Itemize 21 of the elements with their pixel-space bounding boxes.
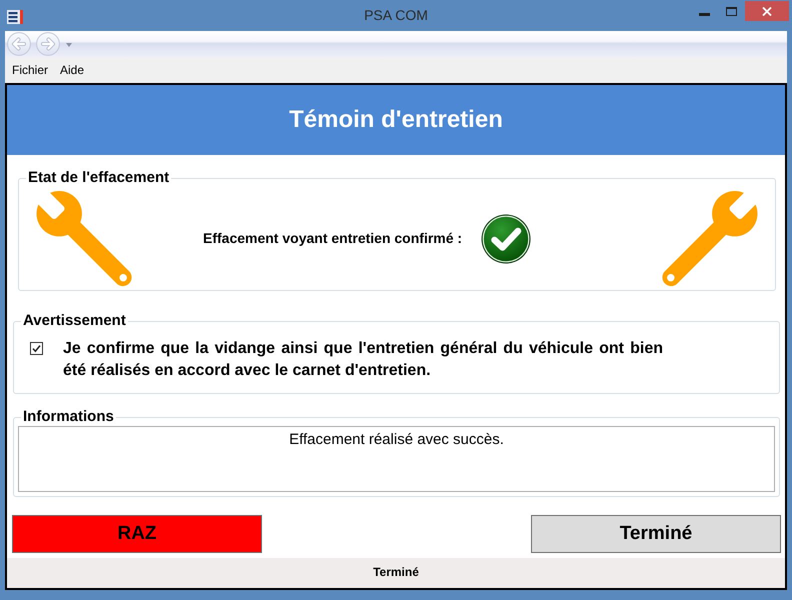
- checkbox[interactable]: [30, 342, 43, 355]
- group-legend: Avertissement: [21, 312, 128, 330]
- close-icon: [762, 6, 772, 16]
- close-button[interactable]: [745, 1, 789, 21]
- wrench-icon: [661, 190, 759, 287]
- wrench-icon: [35, 190, 133, 287]
- status-text: Terminé: [373, 564, 419, 581]
- group-legend: Informations: [21, 408, 116, 426]
- confirmation-message: Effacement voyant entretien confirmé :: [203, 229, 462, 248]
- group-legend: Etat de l'effacement: [26, 169, 172, 187]
- caret-icon[interactable]: [66, 43, 72, 47]
- checkbox-label: Je confirme que la vidange ainsi que l'entretien général du véhicule ont bien été réalisés en accord avec le carnet d'entretien.: [63, 339, 663, 381]
- menu-item[interactable]: Aide: [54, 62, 90, 78]
- info-text-field[interactable]: Effacement réalisé avec succès.: [18, 426, 775, 492]
- finish-button[interactable]: Terminé: [531, 515, 781, 553]
- app-logo-icon: [7, 8, 23, 25]
- reset-button[interactable]: RAZ: [12, 515, 262, 553]
- window-title: PSA COM: [364, 6, 428, 23]
- menu-item[interactable]: Fichier: [6, 62, 54, 78]
- page-title: Témoin d'entretien: [289, 106, 503, 134]
- maximize-icon[interactable]: [726, 7, 737, 16]
